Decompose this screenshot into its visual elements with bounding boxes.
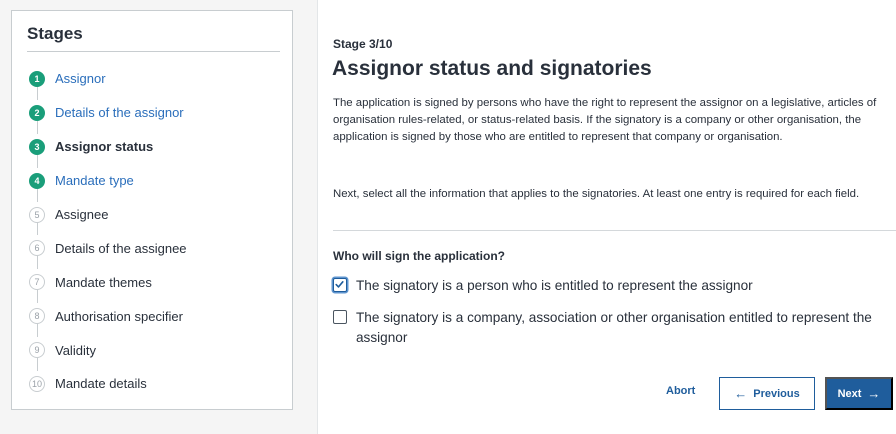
stage-number-badge: 5 — [29, 206, 45, 223]
option-label-organisation: The signatory is a company, association … — [356, 310, 872, 345]
stage-item-authorisation-specifier: 8 Authorisation specifier — [12, 289, 292, 333]
abort-button[interactable]: Abort — [666, 385, 695, 397]
stage-list: 1 Assignor 2 Details of the assignor 3 A… — [12, 62, 292, 401]
intro-text: The application is signed by persons who… — [333, 97, 877, 143]
previous-button-label: Previous — [753, 387, 800, 400]
stages-title: Stages — [27, 24, 83, 43]
stage-item-details-of-assignor[interactable]: 2 Details of the assignor — [12, 85, 292, 130]
stages-panel: Stages 1 Assignor 2 Details of the assig… — [11, 10, 293, 410]
arrow-left-icon: ← — [734, 386, 748, 401]
next-button-label: Next — [837, 387, 862, 400]
person-checkbox[interactable] — [333, 278, 347, 292]
section-divider — [333, 230, 896, 231]
stage-label: Mandate details — [55, 376, 147, 392]
stage-number-badge: 2 — [29, 104, 45, 121]
next-button[interactable]: Next → — [825, 377, 893, 410]
stage-item-mandate-type[interactable]: 4 Mandate type — [12, 153, 292, 198]
option-label-person: The signatory is a person who is entitle… — [356, 278, 753, 293]
page-title: Assignor status and signatories — [332, 57, 652, 80]
stage-label: Validity — [55, 342, 96, 358]
stage-number-badge: 4 — [29, 172, 45, 189]
arrow-right-icon: → — [867, 386, 881, 401]
checkmark-icon — [335, 281, 344, 288]
signatory-question: Who will sign the application? — [333, 249, 505, 263]
stage-item-assignee: 5 Assignee — [12, 187, 292, 232]
stage-number-badge: 8 — [29, 308, 45, 325]
stage-label-current: Assignor status — [55, 139, 154, 155]
stage-item-details-of-assignee: 6 Details of the assignee — [12, 221, 292, 265]
stage-item-assignor[interactable]: 1 Assignor — [12, 62, 292, 96]
stage-counter: Stage 3/10 — [333, 37, 393, 51]
stage-number-badge: 7 — [29, 274, 45, 291]
signatory-option-person[interactable]: The signatory is a person who is entitle… — [333, 276, 888, 296]
stage-label[interactable]: Mandate type — [55, 173, 134, 188]
previous-button[interactable]: ← Previous — [719, 377, 815, 410]
stage-number-badge: 9 — [29, 342, 45, 359]
stage-label: Authorisation specifier — [55, 308, 183, 324]
stage-item-validity: 9 Validity — [12, 323, 292, 367]
stage-number-badge: 6 — [29, 240, 45, 257]
stage-label[interactable]: Details of the assignor — [55, 105, 184, 120]
stage-label: Assignee — [55, 207, 109, 222]
stage-label: Details of the assignee — [55, 240, 187, 256]
stage-item-mandate-details: 10 Mandate details — [12, 357, 292, 401]
stages-divider — [27, 51, 280, 52]
stage-number-badge: 3 — [29, 138, 45, 155]
stage-item-mandate-themes: 7 Mandate themes — [12, 255, 292, 299]
stage-label[interactable]: Assignor — [55, 71, 106, 86]
stage-number-badge: 10 — [29, 375, 45, 392]
main-form-card: Stage 3/10 Assignor status and signatori… — [317, 0, 896, 434]
stage-item-assignor-status: 3 Assignor status — [12, 119, 292, 164]
signatory-option-organisation[interactable]: The signatory is a company, association … — [333, 308, 888, 348]
organisation-checkbox[interactable] — [333, 310, 347, 324]
select-info-text: Next, select all the information that ap… — [333, 188, 860, 200]
stage-number-badge: 1 — [29, 70, 45, 87]
stage-label: Mandate themes — [55, 274, 152, 290]
